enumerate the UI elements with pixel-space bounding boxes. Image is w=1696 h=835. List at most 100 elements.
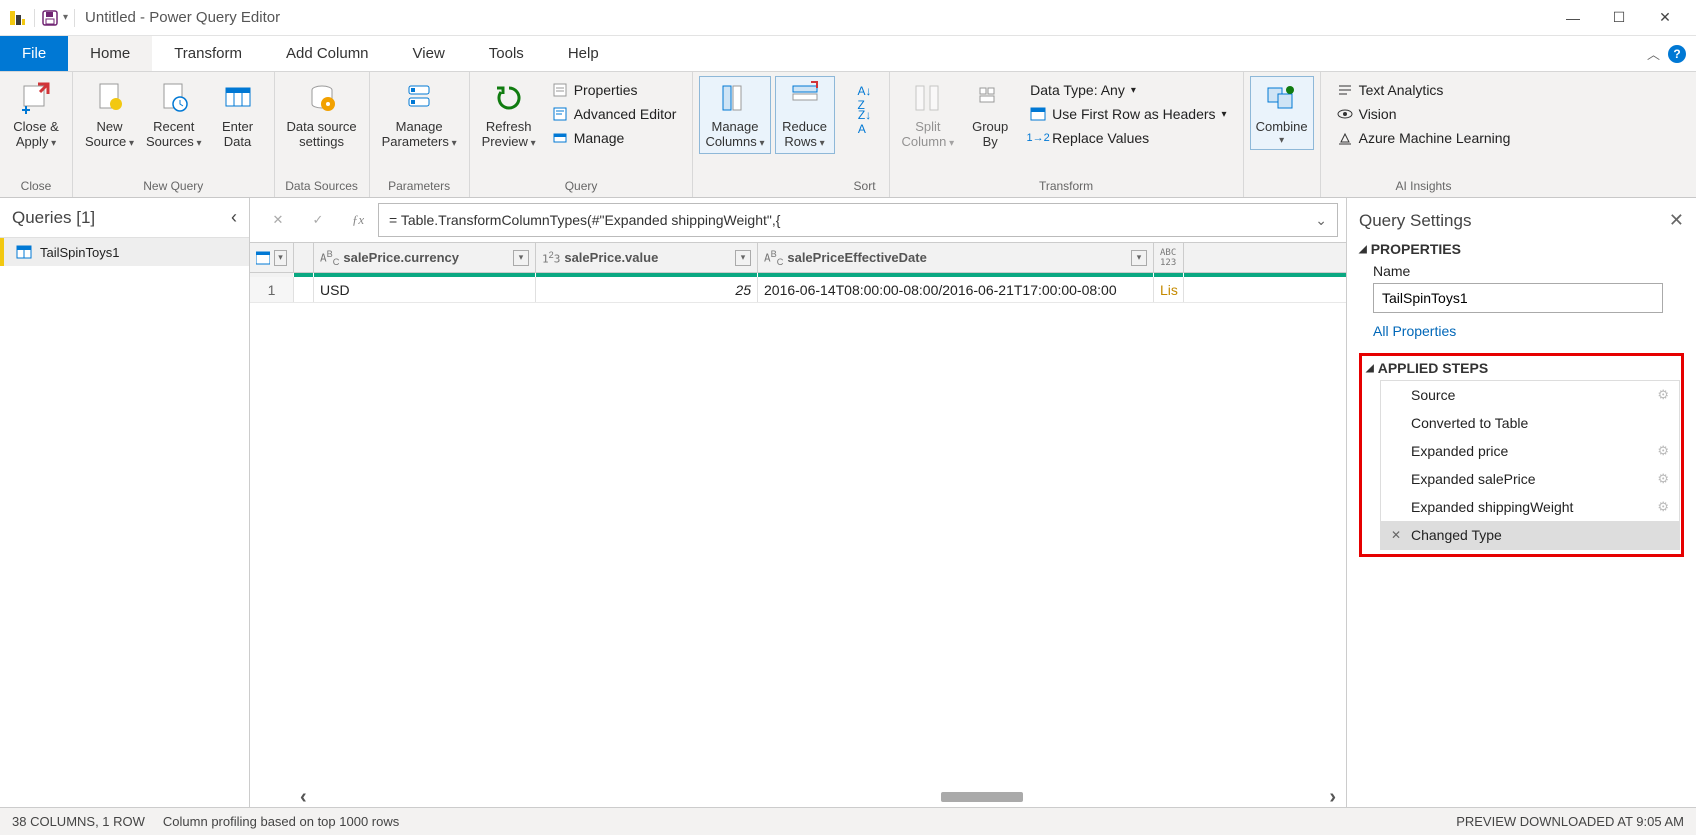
row-header-corner[interactable]: ▾ bbox=[250, 243, 294, 272]
cell[interactable]: USD bbox=[314, 277, 536, 302]
filter-icon[interactable]: ▾ bbox=[513, 250, 529, 266]
gear-icon[interactable]: ⚙ bbox=[1657, 387, 1669, 403]
sort-asc-button[interactable]: A↓Z bbox=[851, 88, 879, 108]
number-type-icon: 123 bbox=[542, 250, 560, 266]
table-options-icon[interactable]: ▾ bbox=[274, 250, 287, 266]
applied-step[interactable]: Changed Type bbox=[1381, 521, 1679, 549]
tab-add-column[interactable]: Add Column bbox=[264, 36, 391, 71]
accept-formula-button[interactable]: ✓ bbox=[298, 203, 338, 237]
qat-dropdown-icon[interactable]: ▾ bbox=[63, 12, 68, 23]
column-header-blank[interactable] bbox=[294, 243, 314, 272]
cell[interactable]: 2016-06-14T08:00:00-08:00/2016-06-21T17:… bbox=[758, 277, 1154, 302]
filter-icon[interactable]: ▾ bbox=[1131, 250, 1147, 266]
cell[interactable]: Lis bbox=[1154, 277, 1184, 302]
applied-step[interactable]: Expanded shippingWeight⚙ bbox=[1381, 493, 1679, 521]
tab-transform[interactable]: Transform bbox=[152, 36, 264, 71]
applied-step[interactable]: Source⚙ bbox=[1381, 381, 1679, 409]
group-sort: Sort bbox=[841, 177, 889, 197]
first-row-headers-button[interactable]: Use First Row as Headers ▾ bbox=[1024, 104, 1232, 124]
all-properties-link[interactable]: All Properties bbox=[1373, 323, 1456, 339]
close-apply-button[interactable]: Close & Apply bbox=[6, 76, 66, 154]
filter-icon[interactable]: ▾ bbox=[735, 250, 751, 266]
data-grid: ▾ ABC salePrice.currency ▾ 123 salePrice… bbox=[250, 242, 1346, 807]
table-icon bbox=[16, 244, 32, 260]
advanced-editor-button[interactable]: Advanced Editor bbox=[546, 104, 683, 124]
any-type-icon: ABC123 bbox=[1160, 248, 1176, 268]
table-row[interactable]: 1 USD 25 2016-06-14T08:00:00-08:00/2016-… bbox=[250, 277, 1346, 303]
properties-button[interactable]: Properties bbox=[546, 80, 683, 100]
scroll-left-icon[interactable]: ‹ bbox=[300, 786, 307, 808]
refresh-preview-button[interactable]: Refresh Preview bbox=[476, 76, 542, 154]
window-title: Untitled - Power Query Editor bbox=[85, 9, 280, 26]
formula-input[interactable]: = Table.TransformColumnTypes(#"Expanded … bbox=[378, 203, 1338, 237]
data-type-button[interactable]: Data Type: Any ▾ bbox=[1024, 80, 1232, 100]
tab-home[interactable]: Home bbox=[68, 36, 152, 71]
collapse-icon[interactable]: ◢ bbox=[1366, 363, 1374, 374]
collapse-icon[interactable]: ◢ bbox=[1359, 244, 1367, 255]
vision-button[interactable]: Vision bbox=[1331, 104, 1517, 124]
column-header-date[interactable]: ABC salePriceEffectiveDate ▾ bbox=[758, 243, 1154, 272]
query-item-label: TailSpinToys1 bbox=[40, 245, 120, 260]
applied-step[interactable]: Expanded salePrice⚙ bbox=[1381, 465, 1679, 493]
horizontal-scrollbar[interactable]: ‹ › bbox=[300, 787, 1336, 807]
query-item[interactable]: TailSpinToys1 bbox=[0, 238, 249, 266]
tab-help[interactable]: Help bbox=[546, 36, 621, 71]
manage-parameters-button[interactable]: Manage Parameters bbox=[376, 76, 463, 154]
queries-panel: Queries [1] ‹ TailSpinToys1 bbox=[0, 198, 250, 807]
table-icon bbox=[256, 251, 270, 265]
tab-file[interactable]: File bbox=[0, 36, 68, 71]
combine-button[interactable]: Combine ▾ bbox=[1250, 76, 1314, 150]
enter-data-button[interactable]: Enter Data bbox=[208, 76, 268, 154]
recent-sources-button[interactable]: Recent Sources bbox=[140, 76, 208, 154]
data-source-settings-button[interactable]: Data source settings bbox=[281, 76, 363, 154]
manage-query-button[interactable]: Manage bbox=[546, 128, 683, 148]
gear-icon[interactable]: ⚙ bbox=[1657, 471, 1669, 487]
tab-view[interactable]: View bbox=[391, 36, 467, 71]
expand-formula-icon[interactable]: ⌄ bbox=[1315, 212, 1327, 229]
applied-steps-heading: APPLIED STEPS bbox=[1378, 360, 1488, 376]
cell[interactable] bbox=[294, 277, 314, 302]
applied-step[interactable]: Expanded price⚙ bbox=[1381, 437, 1679, 465]
query-name-input[interactable] bbox=[1373, 283, 1663, 313]
gear-icon[interactable]: ⚙ bbox=[1657, 443, 1669, 459]
column-header-currency[interactable]: ABC salePrice.currency ▾ bbox=[314, 243, 536, 272]
status-profiling: Column profiling based on top 1000 rows bbox=[163, 814, 399, 829]
properties-heading: PROPERTIES bbox=[1371, 241, 1461, 257]
scroll-right-icon[interactable]: › bbox=[1329, 786, 1336, 808]
gear-icon[interactable]: ⚙ bbox=[1657, 499, 1669, 515]
manage-columns-button[interactable]: Manage Columns bbox=[699, 76, 770, 154]
save-icon[interactable] bbox=[41, 9, 59, 27]
close-window-button[interactable]: ✕ bbox=[1642, 3, 1688, 33]
applied-step[interactable]: Converted to Table bbox=[1381, 409, 1679, 437]
azure-ml-button[interactable]: Azure Machine Learning bbox=[1331, 128, 1517, 148]
minimize-button[interactable]: — bbox=[1550, 3, 1596, 33]
cancel-formula-button[interactable]: ✕ bbox=[258, 203, 298, 237]
text-analytics-button[interactable]: Text Analytics bbox=[1331, 80, 1517, 100]
cell[interactable]: 25 bbox=[536, 277, 758, 302]
maximize-button[interactable]: ☐ bbox=[1596, 3, 1642, 33]
titlebar: ▾ Untitled - Power Query Editor — ☐ ✕ bbox=[0, 0, 1696, 36]
collapse-ribbon-icon[interactable]: ︿ bbox=[1647, 44, 1660, 63]
replace-values-button[interactable]: 1→2Replace Values bbox=[1024, 128, 1232, 148]
sort-desc-button[interactable]: Z↓A bbox=[851, 112, 879, 132]
collapse-queries-icon[interactable]: ‹ bbox=[231, 207, 237, 228]
settings-header: Query Settings bbox=[1359, 211, 1471, 231]
group-close: Close bbox=[0, 177, 72, 197]
group-by-button[interactable]: Group By bbox=[960, 76, 1020, 154]
column-header-partial[interactable]: ABC123 bbox=[1154, 243, 1184, 272]
text-type-icon: ABC bbox=[764, 249, 783, 267]
applied-steps-list: Source⚙Converted to TableExpanded price⚙… bbox=[1380, 380, 1680, 550]
help-icon[interactable]: ? bbox=[1668, 45, 1686, 63]
fx-button[interactable]: ƒx bbox=[338, 203, 378, 237]
new-source-button[interactable]: New Source bbox=[79, 76, 140, 154]
split-column-button[interactable]: Split Column bbox=[896, 76, 961, 154]
quick-access-toolbar: ▾ bbox=[34, 9, 75, 27]
column-header-value[interactable]: 123 salePrice.value ▾ bbox=[536, 243, 758, 272]
group-data-sources: Data Sources bbox=[275, 177, 369, 197]
close-settings-icon[interactable]: ✕ bbox=[1669, 210, 1684, 231]
tab-tools[interactable]: Tools bbox=[467, 36, 546, 71]
group-parameters: Parameters bbox=[370, 177, 469, 197]
row-number: 1 bbox=[250, 277, 294, 302]
reduce-rows-button[interactable]: Reduce Rows bbox=[775, 76, 835, 154]
group-new-query: New Query bbox=[73, 177, 274, 197]
